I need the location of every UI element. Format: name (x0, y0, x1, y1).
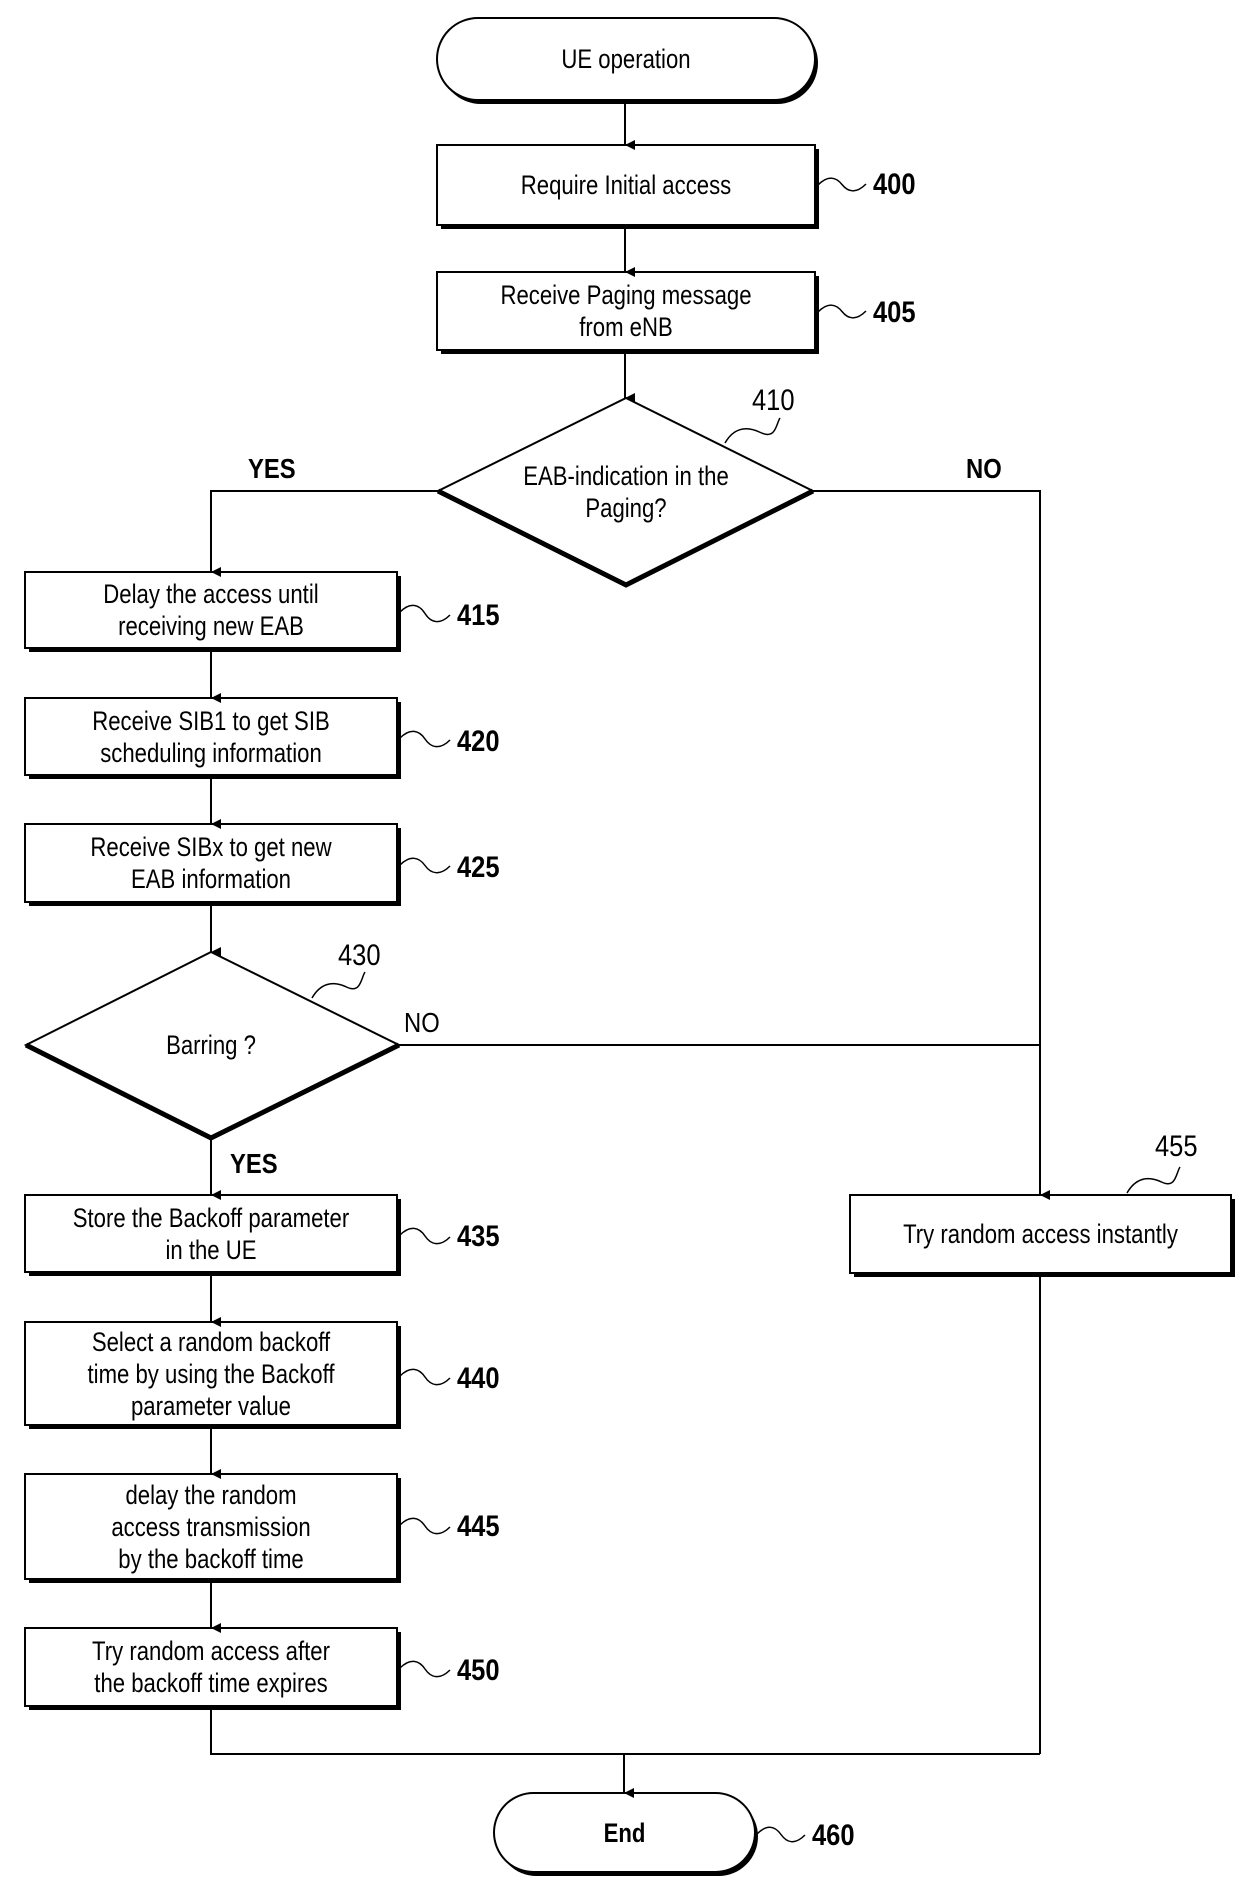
ref-435-connector (399, 1227, 451, 1245)
ref-440: 440 (457, 1362, 500, 1395)
end-terminator-label: End (603, 1817, 646, 1848)
ref-410-connector (724, 417, 781, 444)
step-425-label: Receive SIBx to get new EAB information (90, 832, 332, 894)
decision-430-yes-label: YES (230, 1148, 278, 1179)
arrow-410-yes-to-415 (210, 490, 438, 577)
step-420-label: Receive SIB1 to get SIB scheduling infor… (92, 705, 330, 768)
step-415-label: Delay the access until receiving new EAB (103, 579, 319, 641)
ref-415: 415 (457, 599, 500, 632)
ref-415-connector (399, 604, 451, 623)
ref-455: 455 (1155, 1130, 1198, 1163)
ref-445-connector (399, 1517, 451, 1535)
ref-400-connector (817, 177, 867, 192)
ref-440-connector (399, 1368, 451, 1386)
ref-410: 410 (752, 384, 795, 417)
ref-450-connector (399, 1660, 451, 1678)
ref-450: 450 (457, 1654, 500, 1687)
start-terminator-label: UE operation (561, 44, 691, 74)
ref-435: 435 (457, 1220, 500, 1253)
arrow-410-no-to-455 (813, 490, 1050, 1200)
ref-460: 460 (812, 1819, 855, 1852)
step-435-label: Store the Backoff parameter in the UE (72, 1202, 350, 1265)
ref-425: 425 (457, 851, 500, 884)
decision-410-label: EAB-indication in the Paging? (523, 461, 729, 523)
ref-455-connector (1126, 1166, 1181, 1194)
ref-405-connector (817, 304, 867, 319)
ref-430: 430 (338, 939, 381, 972)
step-455-label: Try random access instantly (903, 1219, 1178, 1249)
ref-420: 420 (457, 725, 500, 758)
step-400-label: Require Initial access (520, 170, 732, 200)
ref-425-connector (399, 857, 451, 874)
decision-430-label: Barring ? (166, 1030, 256, 1060)
step-405-label: Receive Paging message from eNB (500, 280, 752, 342)
ref-400: 400 (873, 168, 916, 201)
decision-430-no-label: NO (404, 1007, 440, 1038)
ref-420-connector (399, 730, 451, 748)
step-445-label: delay the random access transmission by … (111, 1479, 311, 1574)
decision-410-no-label: NO (966, 453, 1002, 484)
ref-430-connector (311, 971, 366, 999)
ref-460-connector (756, 1826, 806, 1843)
line-450-to-merge (210, 1706, 1040, 1755)
ref-405: 405 (873, 296, 916, 329)
ref-445: 445 (457, 1510, 500, 1543)
decision-410-yes-label: YES (248, 453, 296, 484)
step-440-label: Select a random backoff time by using th… (87, 1326, 335, 1421)
step-450-label: Try random access after the backoff time… (92, 1636, 330, 1698)
